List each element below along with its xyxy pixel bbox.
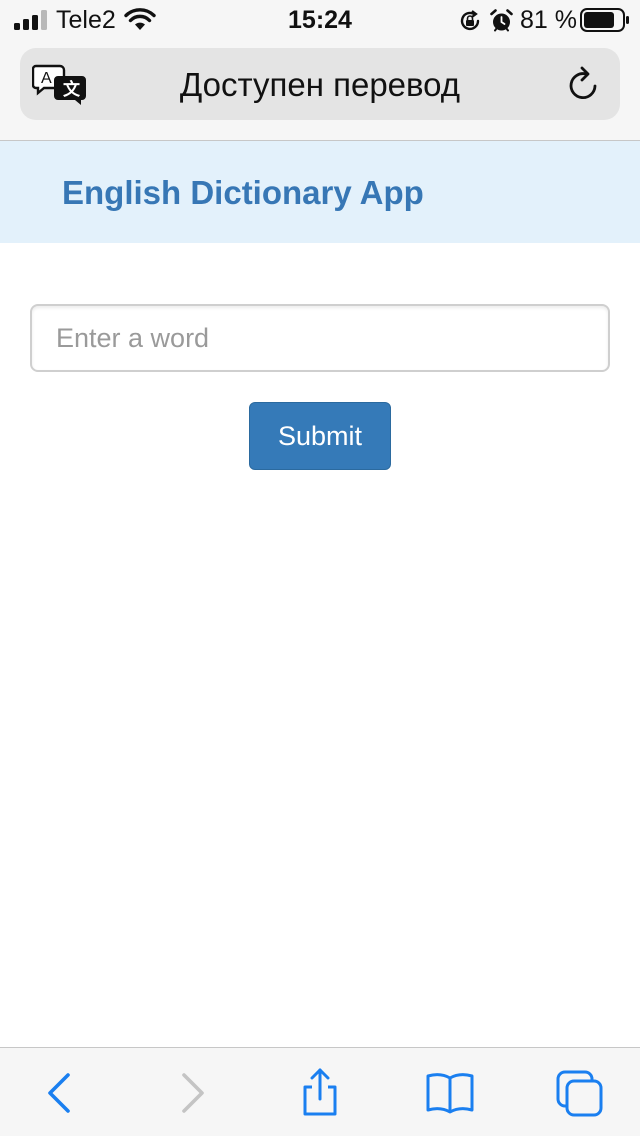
submit-button[interactable]: Submit: [249, 402, 391, 470]
bookmarks-icon[interactable]: [425, 1068, 475, 1118]
tabs-icon[interactable]: [555, 1068, 605, 1118]
app-header: English Dictionary App: [0, 141, 640, 243]
battery-percent: 81 %: [520, 6, 577, 34]
browser-toolbar: [0, 1047, 640, 1136]
word-input[interactable]: [30, 304, 610, 372]
share-icon[interactable]: [295, 1068, 345, 1118]
back-icon[interactable]: [36, 1068, 86, 1118]
battery-icon: [580, 8, 629, 32]
forward-icon[interactable]: [166, 1068, 216, 1118]
browser-top-bar: A 文 Доступен перевод: [0, 40, 640, 141]
alarm-icon: [490, 9, 513, 32]
page-title: Доступен перевод: [179, 66, 461, 103]
app-title: English Dictionary App: [62, 174, 424, 211]
address-bar[interactable]: A 文 Доступен перевод: [20, 48, 620, 120]
screen: Tele2 15:24 81 % A 文 Доступен перевод En…: [0, 0, 640, 1136]
rotation-lock-icon: [460, 10, 480, 31]
reload-icon[interactable]: [566, 66, 602, 104]
status-bar: Tele2 15:24 81 %: [0, 0, 640, 40]
